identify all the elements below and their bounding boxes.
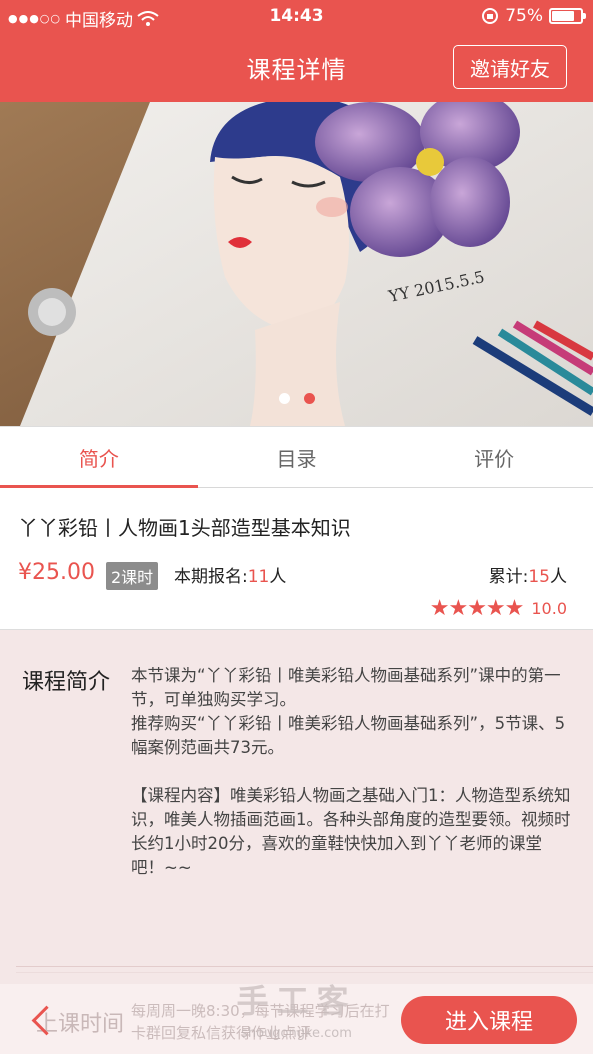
banner-pager — [0, 393, 593, 404]
pager-dot[interactable] — [278, 393, 290, 404]
rating-score: 10.0 — [531, 599, 567, 618]
banner-illustration: YY 2015.5.5 — [0, 102, 593, 426]
pager-dot-active[interactable] — [303, 393, 315, 404]
top-bar: ●●●○○ 中国移动 14:43 75% 课程详情 邀请好友 — [0, 0, 593, 102]
course-card: 丫丫彩铅丨人物画1头部造型基本知识 ¥25.00 2课时 本期报名:11人 累计… — [0, 488, 593, 630]
intro-heading: 课程简介 — [22, 670, 111, 695]
status-right: 75% — [481, 6, 586, 26]
invite-friends-button[interactable]: 邀请好友 — [453, 45, 567, 89]
total-label: 累计: — [488, 567, 529, 587]
intro-description: 本节课为“丫丫彩铅丨唯美彩铅人物画基础系列”课中的第一节，可单独购买学习。 推荐… — [131, 666, 571, 877]
current-enrollment: 本期报名:11人 — [174, 562, 286, 587]
course-banner[interactable]: YY 2015.5.5 — [0, 102, 593, 426]
course-price: ¥25.00 — [18, 560, 95, 585]
battery-icon — [549, 8, 586, 24]
total-unit: 人 — [550, 567, 567, 587]
tab-intro[interactable]: 简介 — [0, 427, 198, 488]
divider — [16, 966, 593, 967]
enroll-unit: 人 — [269, 567, 287, 587]
star-rating-icon: ★★★★★ — [429, 596, 525, 621]
tab-catalog[interactable]: 目录 — [198, 427, 396, 487]
enter-course-button[interactable]: 进入课程 — [401, 996, 577, 1044]
schedule-info: 每周周一晚8:30，每节课程学习后在打卡群回复私信获得作业点评 — [131, 1002, 390, 1042]
detail-tabs: 简介 目录 评价 — [0, 426, 593, 488]
battery-percent: 75% — [505, 6, 543, 26]
lesson-count-badge: 2课时 — [106, 562, 159, 590]
course-title: 丫丫彩铅丨人物画1头部造型基本知识 — [18, 516, 351, 540]
tab-reviews[interactable]: 评价 — [395, 427, 593, 487]
enroll-label: 本期报名: — [174, 567, 248, 587]
enroll-count: 11 — [247, 567, 270, 587]
course-rating[interactable]: ★★★★★ 10.0 — [430, 596, 567, 621]
divider — [16, 972, 593, 973]
bottom-bar: 上课时间 每周周一晚8:30，每节课程学习后在打卡群回复私信获得作业点评 进入课… — [0, 984, 593, 1054]
status-bar: ●●●○○ 中国移动 14:43 75% — [0, 0, 593, 34]
total-enrollment: 累计:15人 — [489, 562, 567, 587]
rotation-lock-icon — [482, 8, 499, 24]
total-count: 15 — [528, 567, 550, 587]
back-chevron-icon[interactable] — [30, 1006, 52, 1036]
